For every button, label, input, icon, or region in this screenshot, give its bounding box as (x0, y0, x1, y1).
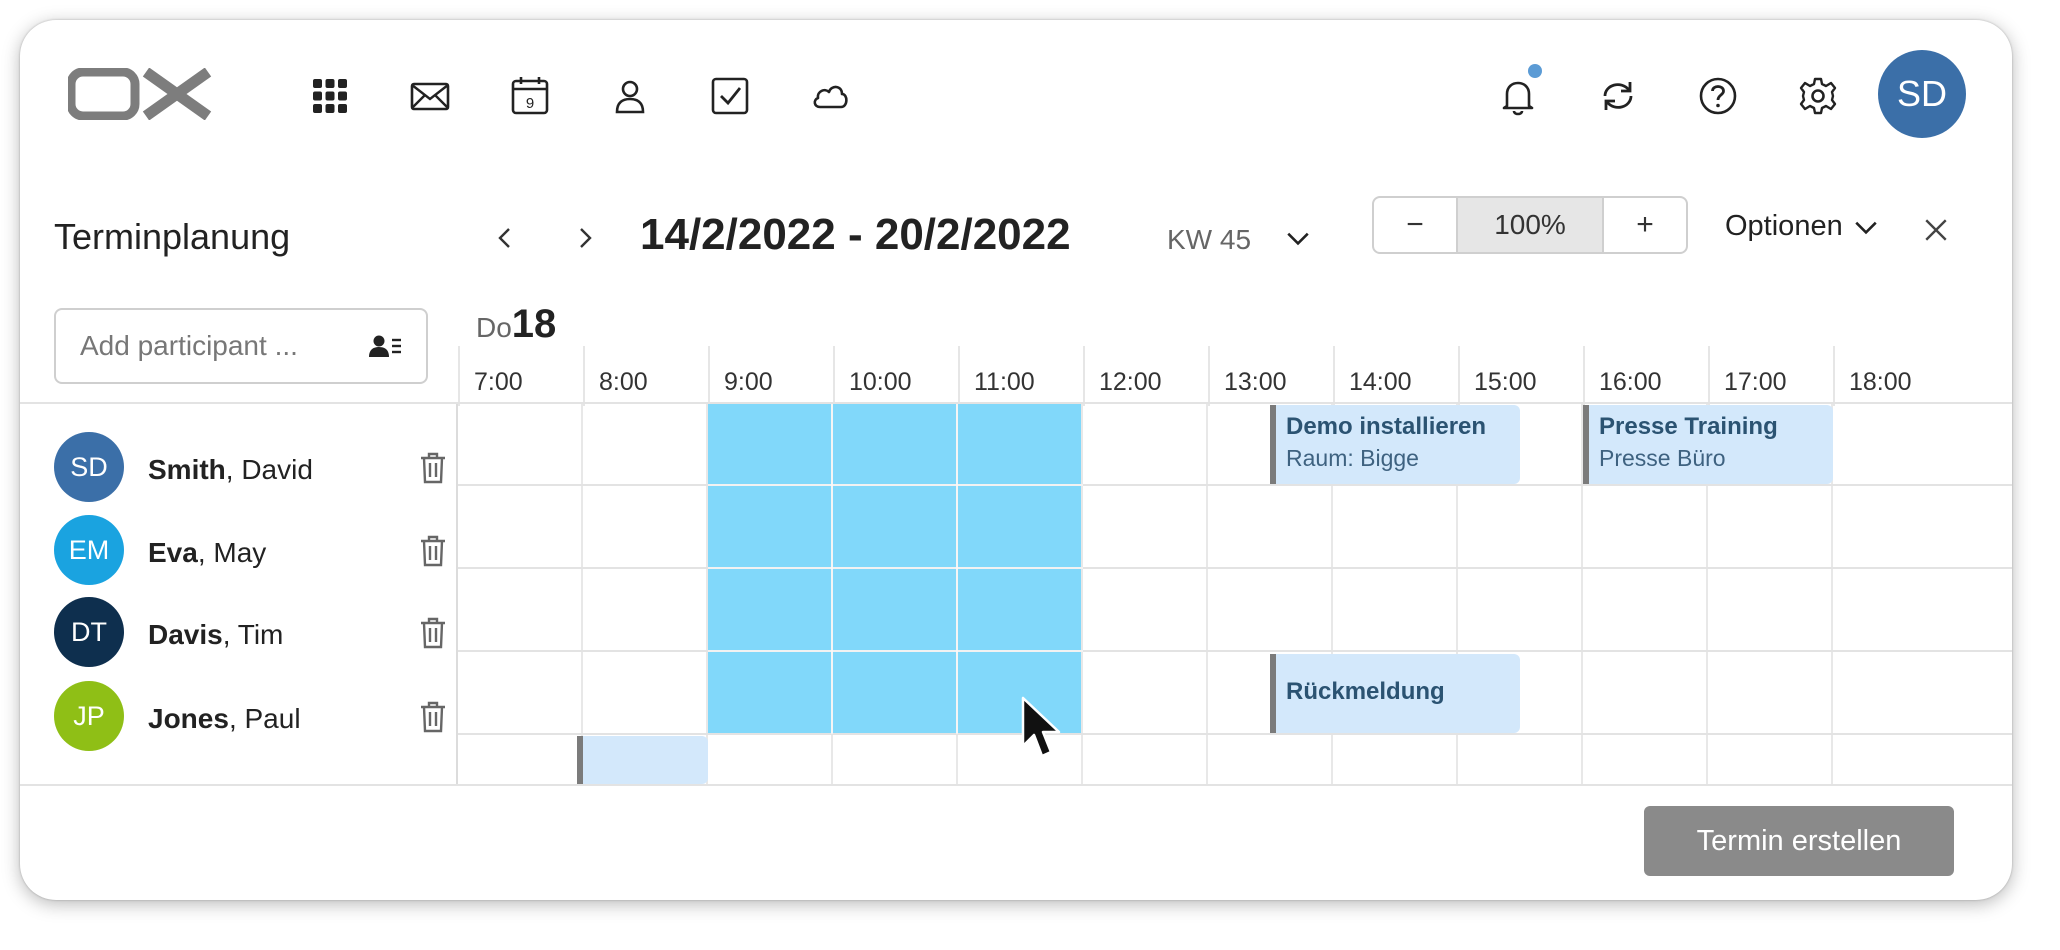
mail-icon[interactable] (406, 72, 454, 120)
event-title: Rückmeldung (1286, 678, 1445, 705)
participant-name: Smith, David (148, 454, 313, 485)
close-button[interactable] (1918, 212, 1954, 248)
chevron-down-icon (1855, 221, 1877, 234)
event-demo-installieren[interactable]: Demo installieren Raum: Bigge (1270, 405, 1520, 484)
previous-week-button[interactable] (486, 218, 526, 258)
user-avatar[interactable]: SD (1878, 50, 1966, 138)
trash-icon[interactable] (418, 535, 448, 567)
scheduling-window: 9 SD Terminplanung 14/2/2022 - 20/2/2022… (20, 20, 2012, 900)
zoom-out-button[interactable]: − (1374, 198, 1456, 252)
refresh-icon[interactable] (1594, 72, 1642, 120)
trash-icon[interactable] (418, 617, 448, 649)
day-header: Do18 (476, 302, 556, 347)
participant-row: EM Eva, May (54, 515, 454, 585)
hours-header: 7:00 8:00 9:00 10:00 11:00 12:00 13:00 1… (458, 346, 2012, 406)
tasks-icon[interactable] (706, 72, 754, 120)
hour-label: 16:00 (1583, 346, 1708, 406)
hour-label: 8:00 (583, 346, 708, 406)
options-dropdown[interactable]: Optionen (1725, 210, 1879, 243)
participant-name: Eva, May (148, 537, 267, 568)
address-book-icon[interactable] (368, 330, 402, 364)
participant-name: Jones, Paul (148, 703, 301, 734)
options-label: Optionen (1725, 210, 1843, 242)
avatar: EM (54, 515, 124, 585)
contacts-icon[interactable] (606, 72, 654, 120)
event-rueckmeldung[interactable]: Rückmeldung (1270, 654, 1520, 733)
hour-label: 10:00 (833, 346, 958, 406)
event-title: Presse Training (1599, 413, 1778, 440)
page-title: Terminplanung (54, 216, 291, 257)
event-partial[interactable] (577, 736, 708, 784)
mouse-cursor-icon (1021, 696, 1061, 758)
hour-label: 15:00 (1458, 346, 1583, 406)
week-dropdown-button[interactable] (1280, 220, 1316, 256)
date-range[interactable]: 14/2/2022 - 20/2/2022 (640, 210, 1071, 260)
hour-label: 13:00 (1208, 346, 1333, 406)
help-icon[interactable] (1694, 72, 1742, 120)
event-subtitle: Raum: Bigge (1286, 445, 1419, 471)
ox-logo (68, 68, 212, 120)
hour-label: 12:00 (1083, 346, 1208, 406)
day-weekday: Do (476, 312, 512, 343)
chevron-left-icon (498, 228, 510, 248)
hour-label: 14:00 (1333, 346, 1458, 406)
trash-icon[interactable] (418, 701, 448, 733)
avatar: SD (54, 432, 124, 502)
participant-row: DT Davis, Tim (54, 597, 454, 667)
hour-label: 7:00 (458, 346, 583, 406)
hour-label: 18:00 (1833, 346, 1958, 406)
close-icon (1925, 219, 1947, 241)
hour-label: 11:00 (958, 346, 1083, 406)
participant-row: JP Jones, Paul (54, 681, 454, 751)
drive-icon[interactable] (806, 72, 854, 120)
hour-label: 17:00 (1708, 346, 1833, 406)
calendar-icon-day: 9 (526, 95, 534, 112)
day-number: 18 (511, 302, 557, 346)
event-presse-training[interactable]: Presse Training Presse Büro (1583, 405, 1833, 484)
avatar: JP (54, 681, 124, 751)
calendar-icon[interactable]: 9 (506, 72, 554, 120)
zoom-level: 100% (1456, 198, 1604, 252)
participant-row: SD Smith, David (54, 432, 454, 502)
next-week-button[interactable] (564, 218, 604, 258)
participant-name: Davis, Tim (148, 619, 284, 650)
zoom-control: − 100% + (1372, 196, 1688, 254)
chevron-right-icon (580, 228, 592, 248)
chevron-down-icon (1287, 232, 1309, 246)
gear-icon[interactable] (1794, 72, 1842, 120)
event-title: Demo installieren (1286, 413, 1487, 440)
avatar: DT (54, 597, 124, 667)
zoom-in-button[interactable]: + (1604, 198, 1686, 252)
hour-label: 9:00 (708, 346, 833, 406)
event-subtitle: Presse Büro (1599, 445, 1726, 471)
apps-grid-icon[interactable] (306, 72, 354, 120)
bell-icon[interactable] (1494, 72, 1542, 120)
trash-icon[interactable] (418, 452, 448, 484)
notification-dot (1528, 64, 1542, 78)
create-appointment-button[interactable]: Termin erstellen (1644, 806, 1954, 876)
week-number: KW 45 (1167, 224, 1252, 255)
